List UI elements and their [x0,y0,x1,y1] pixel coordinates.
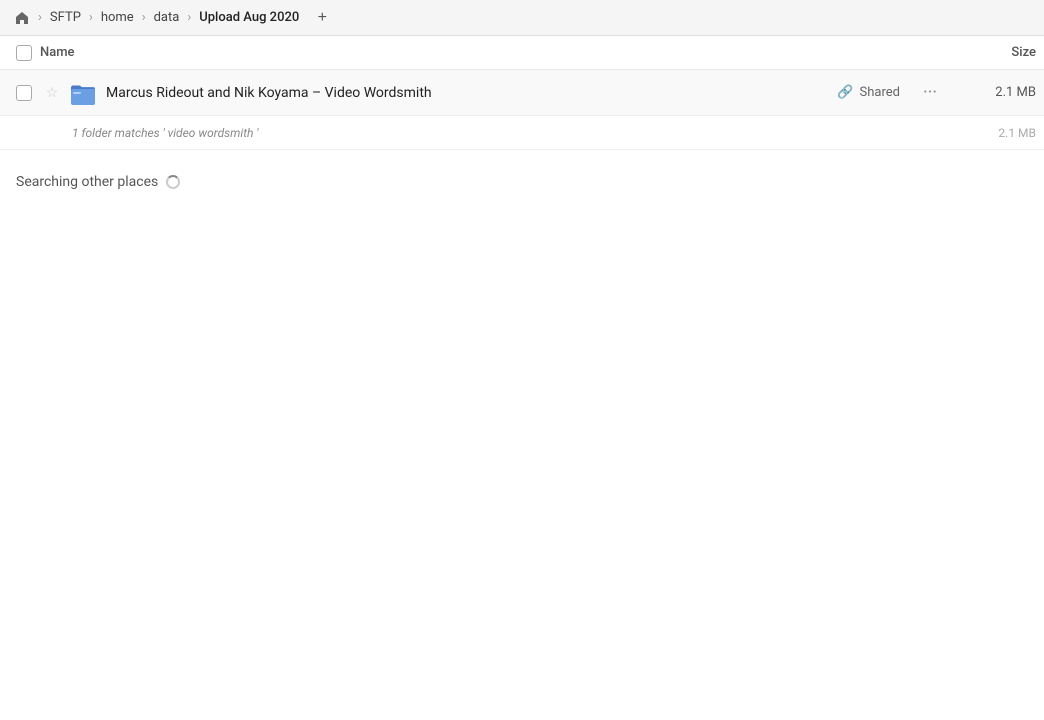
breadcrumb-data[interactable]: data [148,6,186,29]
size-column-header: Size [956,45,1036,60]
star-button[interactable]: ☆ [40,85,64,101]
separator-1: › [36,10,44,25]
name-column-header: Name [40,45,956,60]
column-header-row: Name Size [0,36,1044,70]
shared-area: 🔗 Shared [837,85,900,100]
match-size: 2.1 MB [956,126,1036,140]
row-checkbox-area [8,85,40,101]
file-row[interactable]: ☆ Marcus Rideout and Nik Koyama – Video … [0,70,1044,116]
searching-label: Searching other places [16,174,158,190]
add-button[interactable]: + [309,5,335,31]
breadcrumb-sftp[interactable]: SFTP [44,6,87,29]
shared-badge: Shared [860,85,900,100]
file-name-label: Marcus Rideout and Nik Koyama – Video Wo… [106,85,837,101]
breadcrumb-home[interactable]: home [95,6,140,29]
folder-svg [69,79,97,107]
folder-icon [68,78,98,108]
match-text: 1 folder matches ' video wordsmith ' [72,126,956,140]
separator-3: › [140,10,148,25]
header-checkbox[interactable] [16,45,32,61]
searching-section: Searching other places [0,150,1044,198]
link-icon: 🔗 [837,85,853,100]
breadcrumb-upload[interactable]: Upload Aug 2020 [193,6,305,29]
row-checkbox[interactable] [16,85,32,101]
file-size-value: 2.1 MB [956,85,1036,100]
home-icon [14,10,30,26]
loading-spinner [166,175,180,189]
select-all-checkbox[interactable] [8,45,40,61]
breadcrumb-bar: › SFTP › home › data › Upload Aug 2020 + [0,0,1044,36]
separator-4: › [185,10,193,25]
breadcrumb-home[interactable] [8,6,36,30]
more-options-button[interactable]: ··· [916,79,944,107]
separator-2: › [87,10,95,25]
match-row: 1 folder matches ' video wordsmith ' 2.1… [0,116,1044,150]
